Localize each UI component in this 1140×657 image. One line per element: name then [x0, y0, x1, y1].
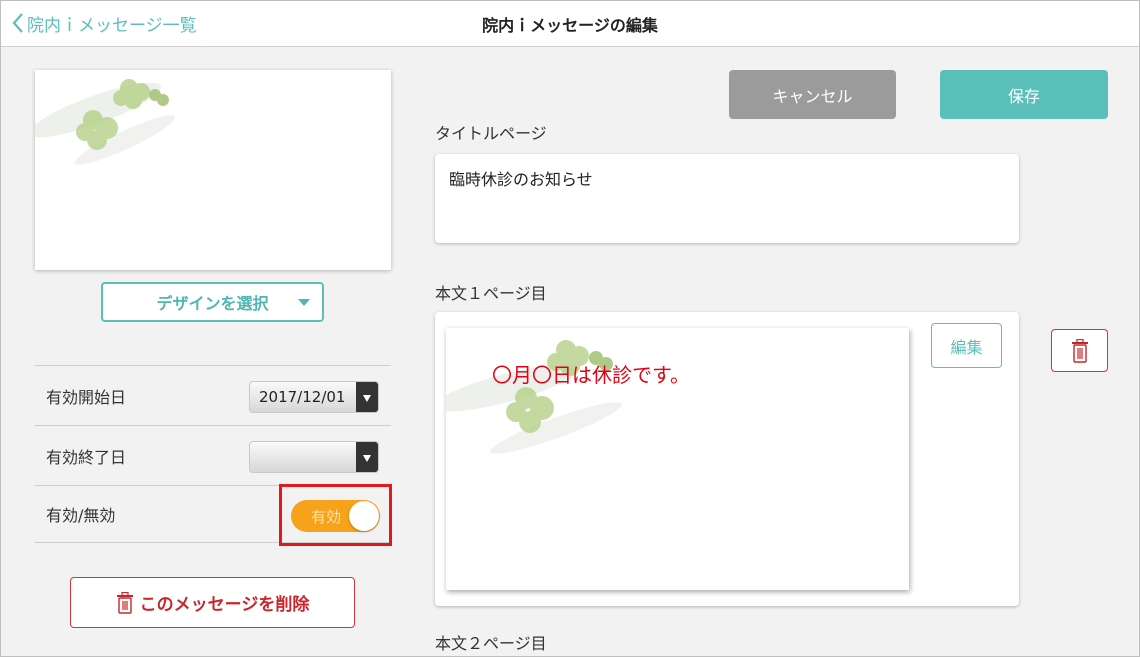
- design-preview: [35, 70, 391, 270]
- highlight-box: [279, 484, 392, 546]
- settings-row-end-date: 有効終了日: [35, 425, 391, 485]
- title-input[interactable]: 臨時休診のお知らせ: [435, 154, 1019, 243]
- delete-page-button[interactable]: [1051, 329, 1108, 372]
- nav-header: 院内ｉメッセージ一覧 院内ｉメッセージの編集: [1, 1, 1139, 47]
- clover-icon: [446, 340, 622, 454]
- trash-icon: [116, 591, 133, 614]
- trash-icon: [1071, 338, 1088, 363]
- cancel-button[interactable]: キャンセル: [729, 70, 896, 119]
- end-date-picker[interactable]: [249, 441, 379, 473]
- settings-list: 有効開始日 2017/12/01 有効終了日 有効/無効 有効: [35, 365, 392, 546]
- caret-down-icon: [356, 382, 378, 412]
- delete-message-label: このメッセージを削除: [139, 595, 310, 615]
- app-window: 院内ｉメッセージ一覧 院内ｉメッセージの編集 デザインを選択 有効開始日 201…: [0, 0, 1140, 657]
- start-date-label: 有効開始日: [46, 387, 127, 407]
- start-date-picker[interactable]: 2017/12/01: [249, 381, 379, 413]
- body-page1-panel: 〇月〇日は休診です。 編集: [435, 312, 1019, 606]
- start-date-value: 2017/12/01: [259, 388, 346, 406]
- page-title: 院内ｉメッセージの編集: [482, 16, 658, 35]
- design-select-button[interactable]: デザインを選択: [101, 282, 324, 322]
- design-select-label: デザインを選択: [156, 294, 269, 313]
- title-page-label: タイトルページ: [435, 124, 547, 143]
- edit-button[interactable]: 編集: [931, 323, 1002, 368]
- end-date-label: 有効終了日: [46, 447, 127, 467]
- save-button[interactable]: 保存: [940, 70, 1108, 119]
- clover-icon: [35, 79, 175, 165]
- body-page2-label: 本文２ページ目: [435, 634, 547, 653]
- body-page1-label: 本文１ページ目: [435, 284, 547, 303]
- enabled-label: 有効/無効: [46, 506, 116, 525]
- caret-down-icon: [356, 442, 378, 472]
- settings-row-start-date: 有効開始日 2017/12/01: [35, 365, 391, 425]
- body-page1-text: 〇月〇日は休診です。: [492, 363, 690, 387]
- delete-message-button[interactable]: このメッセージを削除: [70, 577, 355, 628]
- body-page1-preview[interactable]: 〇月〇日は休診です。: [446, 328, 909, 590]
- caret-down-icon: [298, 299, 310, 306]
